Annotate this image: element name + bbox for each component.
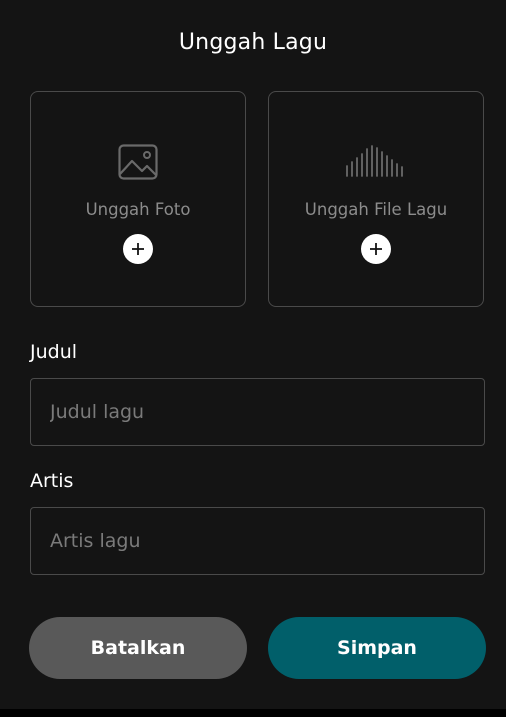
upload-photo-label: Unggah Foto <box>85 200 191 219</box>
plus-icon <box>370 243 382 255</box>
artist-input[interactable] <box>30 507 485 575</box>
add-photo-button[interactable] <box>123 234 153 264</box>
save-button[interactable]: Simpan <box>268 617 486 679</box>
page-title: Unggah Lagu <box>178 30 328 55</box>
upload-photo-box[interactable]: Unggah Foto <box>30 91 246 307</box>
upload-song-file-label: Unggah File Lagu <box>304 200 448 219</box>
add-song-file-button[interactable] <box>361 234 391 264</box>
plus-icon <box>132 243 144 255</box>
title-field-label: Judul <box>30 341 78 363</box>
cancel-button[interactable]: Batalkan <box>29 617 247 679</box>
audio-waveform-icon <box>346 145 403 177</box>
upload-song-file-box[interactable]: Unggah File Lagu <box>268 91 484 307</box>
image-icon <box>118 144 158 180</box>
artist-field-label: Artis <box>30 470 74 492</box>
upload-song-dialog: Unggah Lagu Unggah Foto Unggah File Lagu… <box>0 0 506 709</box>
title-input[interactable] <box>30 378 485 446</box>
